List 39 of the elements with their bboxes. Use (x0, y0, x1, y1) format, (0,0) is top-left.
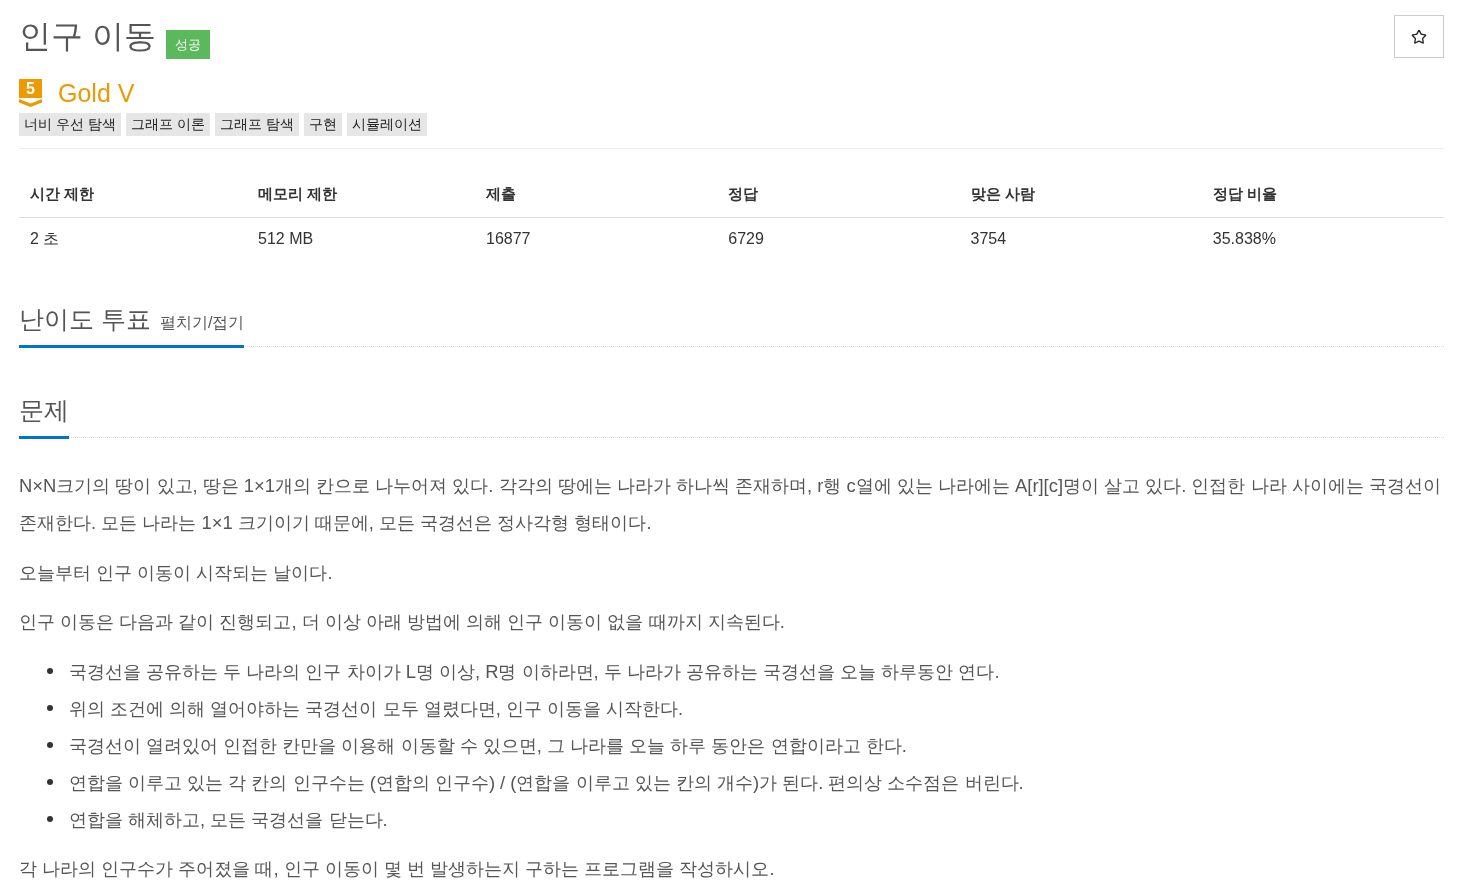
column-header: 시간 제한 (19, 170, 247, 218)
list-item-text: 연합을 해체하고, 모든 국경선을 닫는다. (69, 807, 388, 832)
table-cell: 3754 (959, 217, 1202, 260)
bullet-icon (47, 742, 53, 748)
list-item-text: 국경선을 공유하는 두 나라의 인구 차이가 L명 이상, R명 이하라면, 두 나라가 공유하는 국경선을 오늘 하루동안 연다. (69, 659, 1000, 684)
section-title: 문제 (19, 395, 69, 426)
column-header: 정답 (717, 170, 960, 218)
column-header: 메모리 제한 (247, 170, 475, 218)
column-header: 정답 비율 (1201, 170, 1444, 218)
section-title: 난이도 투표 (19, 304, 151, 335)
list-item-text: 국경선이 열려있어 인접한 칸만을 이용해 이동할 수 있으면, 그 나라를 오늘 하루 동안은 연합이라고 한다. (69, 733, 907, 758)
result-badge: 성공 (165, 30, 210, 59)
column-header: 맞은 사람 (959, 170, 1202, 218)
bullet-icon (47, 816, 53, 822)
table-cell: 6729 (717, 217, 960, 260)
bullet-icon (47, 705, 53, 711)
tag-link[interactable]: 시뮬레이션 (346, 113, 427, 136)
tag-link[interactable]: 너비 우선 탐색 (19, 113, 121, 136)
tag-link[interactable]: 구현 (303, 113, 342, 136)
table-cell: 35.838% (1201, 217, 1444, 260)
tier-name: Gold V (58, 78, 135, 108)
bullet-icon (47, 668, 53, 674)
column-header: 제출 (475, 170, 718, 218)
star-button[interactable] (1394, 15, 1444, 58)
bullet-icon (47, 779, 53, 785)
paragraph: N×N크기의 땅이 있고, 땅은 1×1개의 칸으로 나누어져 있다. 각각의 땅에는 나라가 하나씩 존재하며, r행 c열에 있는 나라에는 A[r][c]명이 살고 있다. 인접한 나라 사이에는 국경선이 존재한다. 모든 나라는 1×1 크기이기 때문에, 모든 국경선은 정사각형 형태이다. (19, 474, 1442, 535)
list-item-text: 위의 조건에 의해 열어야하는 국경선이 모두 열렸다면, 인구 이동을 시작한다. (69, 696, 684, 721)
list-item-text: 연합을 이루고 있는 각 칸의 인구수는 (연합의 인구수) / (연합을 이루고 있는 칸의 개수)가 된다. 편의상 소수점은 버린다. (69, 770, 1024, 795)
table-cell: 16877 (475, 217, 718, 260)
toggle-link[interactable]: 펼치기/접기 (159, 313, 245, 334)
table-cell: 2 초 (19, 217, 247, 260)
paragraph: 인구 이동은 다음과 같이 진행되고, 더 이상 아래 방법에 의해 인구 이동이 없을 때까지 지속된다. (19, 610, 786, 634)
tag-link[interactable]: 그래프 탐색 (214, 113, 299, 136)
tier-badge: 5 (19, 79, 42, 107)
tag-link[interactable]: 그래프 이론 (125, 113, 210, 136)
paragraph: 오늘부터 인구 이동이 시작되는 날이다. (19, 560, 334, 585)
problem-title: 인구 이동 (19, 17, 156, 56)
table-cell: 512 MB (247, 217, 475, 260)
paragraph: 각 나라의 인구수가 주어졌을 때, 인구 이동이 몇 번 발생하는지 구하는 프로그램을 작성하시오. (19, 857, 776, 881)
